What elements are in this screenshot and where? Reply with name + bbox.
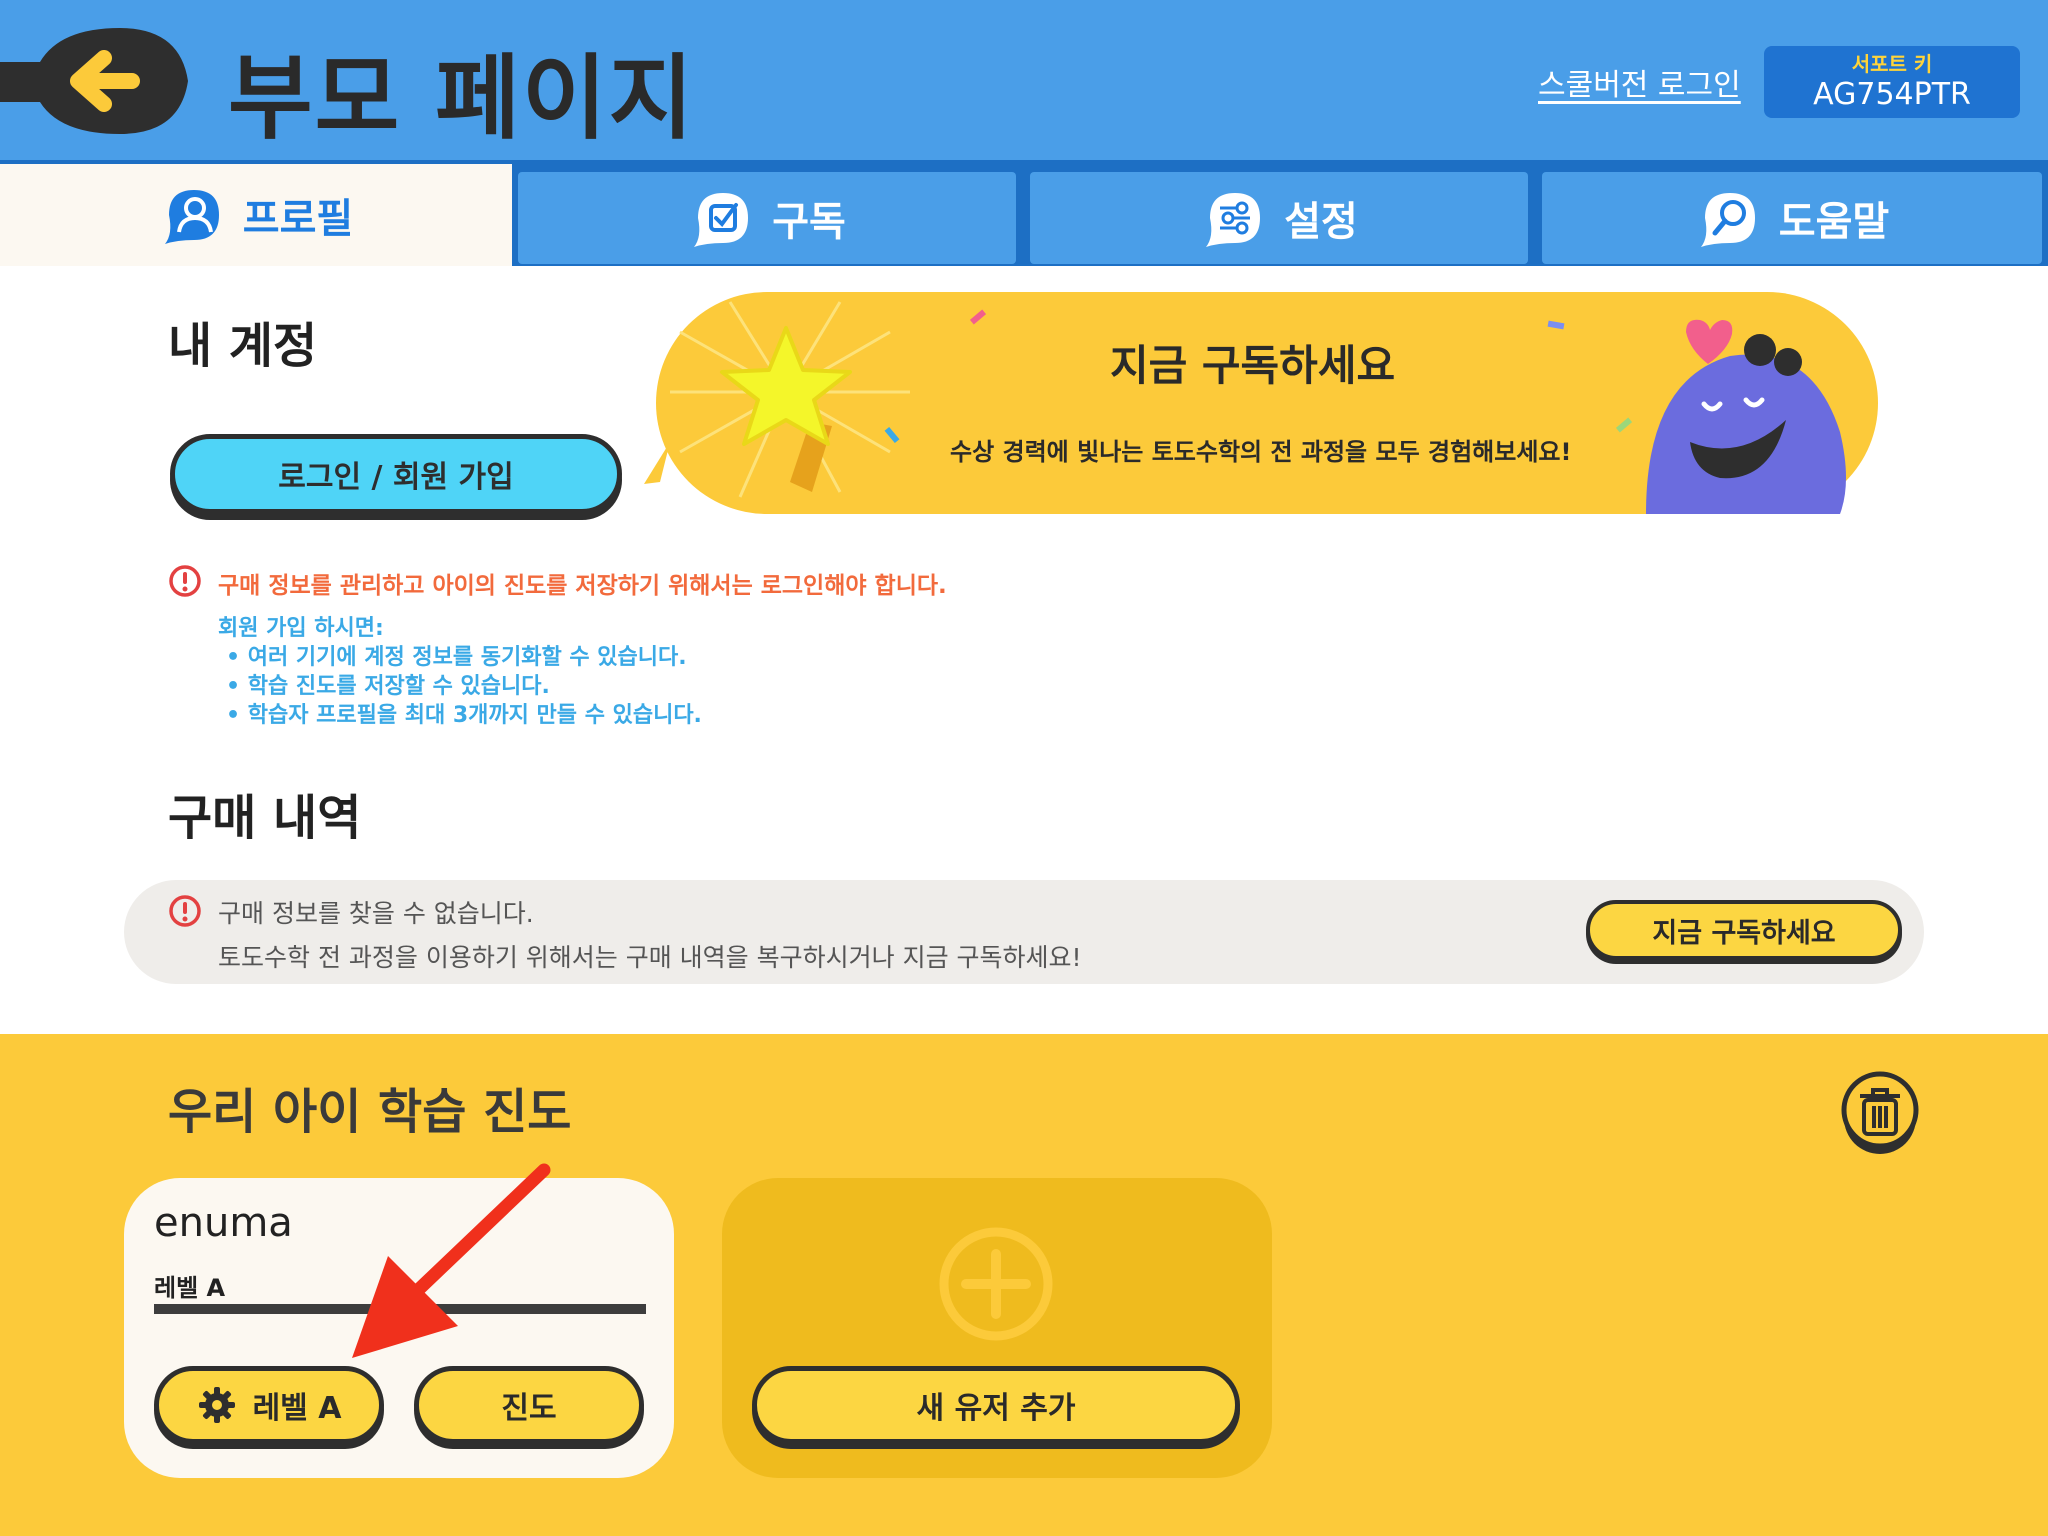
magnifier-icon xyxy=(1700,193,1755,247)
add-user-button[interactable]: 새 유저 추가 xyxy=(752,1366,1240,1444)
tab-settings[interactable]: 설정 xyxy=(1030,172,1528,264)
checkbox-icon xyxy=(694,193,749,247)
warning-icon xyxy=(169,895,201,927)
tab-subscription-label: 구독 xyxy=(772,199,846,245)
login-signup-button[interactable]: 로그인 / 회원 가입 xyxy=(170,434,622,514)
promo-subtitle: 수상 경력에 빛나는 토도수학의 전 과정을 모두 경험해보세요! xyxy=(950,438,1572,466)
restore-or-subscribe-text: 토도수학 전 과정을 이용하기 위해서는 구매 내역을 복구하시거나 지금 구독… xyxy=(218,943,1082,972)
back-arrow-icon[interactable] xyxy=(0,22,190,140)
gear-icon xyxy=(198,1387,235,1423)
user-name: enuma xyxy=(154,1200,293,1246)
tab-profile-label: 프로필 xyxy=(242,196,354,242)
subscribe-now-button[interactable]: 지금 구독하세요 xyxy=(1586,900,1902,960)
learning-progress-heading: 우리 아이 학습 진도 xyxy=(168,1084,572,1140)
user-icon xyxy=(164,190,219,244)
login-warning-text: 구매 정보를 관리하고 아이의 진도를 저장하기 위해서는 로그인해야 합니다. xyxy=(218,573,947,599)
benefit-item: • 여러 기기에 계정 정보를 동기화할 수 있습니다. xyxy=(226,645,687,670)
tab-help-label: 도움말 xyxy=(1778,199,1890,245)
level-select-button[interactable]: 레벨 A xyxy=(154,1366,384,1444)
parent-page: 부모 페이지 스쿨버전 로그인 서포트 키 AG754PTR 프로필 구독 설정 xyxy=(0,0,2048,1536)
user-level-label: 레벨 A xyxy=(154,1274,226,1302)
support-key-box: 서포트 키 AG754PTR xyxy=(1764,46,2020,118)
settings-sliders-icon xyxy=(1206,193,1261,247)
purchase-history-heading: 구매 내역 xyxy=(168,790,362,846)
red-arrow-icon xyxy=(352,1163,551,1358)
benefit-item: • 학습 진도를 저장할 수 있습니다. xyxy=(226,674,550,699)
promo-title: 지금 구독하세요 xyxy=(1110,341,1396,390)
tab-settings-label: 설정 xyxy=(1284,199,1358,245)
signup-benefits: 회원 가입 하시면: • 여러 기기에 계정 정보를 동기화할 수 있습니다. … xyxy=(218,614,702,730)
benefit-item: • 학습자 프로필을 최대 3개까지 만들 수 있습니다. xyxy=(226,703,702,728)
progress-button[interactable]: 진도 xyxy=(414,1366,644,1444)
tab-help[interactable]: 도움말 xyxy=(1542,172,2042,264)
subscribe-promo-banner[interactable] xyxy=(640,292,1880,514)
tab-subscription[interactable]: 구독 xyxy=(518,172,1016,264)
school-version-login-link[interactable]: 스쿨버전 로그인 xyxy=(1538,60,1741,104)
my-account-heading: 내 계정 xyxy=(168,318,318,374)
support-key-value: AG754PTR xyxy=(1813,77,1971,112)
warning-icon xyxy=(169,565,201,597)
level-select-label: 레벨 A xyxy=(252,1391,342,1426)
no-purchase-text: 구매 정보를 찾을 수 없습니다. xyxy=(218,899,534,928)
page-title: 부모 페이지 xyxy=(228,45,696,152)
trash-icon[interactable] xyxy=(1840,1070,1920,1154)
support-key-label: 서포트 키 xyxy=(1851,52,1933,76)
tab-profile[interactable]: 프로필 xyxy=(0,164,512,266)
plus-icon xyxy=(939,1227,1053,1341)
benefits-title: 회원 가입 하시면: xyxy=(218,616,384,641)
